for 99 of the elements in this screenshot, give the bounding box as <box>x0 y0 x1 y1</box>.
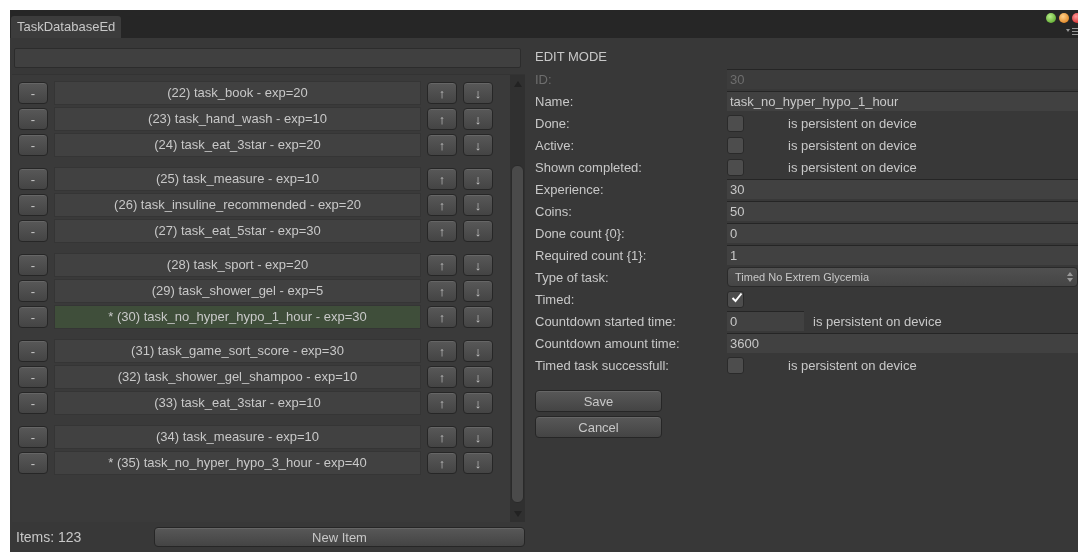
move-up-button[interactable]: ↑ <box>427 168 457 190</box>
move-down-button[interactable]: ↓ <box>463 426 493 448</box>
remove-button[interactable]: - <box>18 134 48 156</box>
item-label[interactable]: (26) task_insuline_recommended - exp=20 <box>54 193 421 217</box>
move-down-button[interactable]: ↓ <box>463 134 493 156</box>
move-down-button[interactable]: ↓ <box>463 340 493 362</box>
item-label[interactable]: (24) task_eat_3star - exp=20 <box>54 133 421 157</box>
move-down-button[interactable]: ↓ <box>463 82 493 104</box>
move-down-button[interactable]: ↓ <box>463 366 493 388</box>
remove-button[interactable]: - <box>18 194 48 216</box>
move-down-button[interactable]: ↓ <box>463 254 493 276</box>
field-note: is persistent on device <box>813 313 942 329</box>
remove-button[interactable]: - <box>18 392 48 414</box>
field-label: Done: <box>535 115 571 131</box>
item-label[interactable]: (28) task_sport - exp=20 <box>54 253 421 277</box>
text-field[interactable]: 1 <box>727 245 1078 265</box>
move-down-button[interactable]: ↓ <box>463 452 493 474</box>
move-up-button[interactable]: ↑ <box>427 452 457 474</box>
remove-button[interactable]: - <box>18 108 48 130</box>
item-label[interactable]: (25) task_measure - exp=10 <box>54 167 421 191</box>
field-label: Countdown amount time: <box>535 335 681 351</box>
remove-button[interactable]: - <box>18 426 48 448</box>
move-down-button[interactable]: ↓ <box>463 392 493 414</box>
move-up-button[interactable]: ↑ <box>427 306 457 328</box>
remove-button[interactable]: - <box>18 168 48 190</box>
move-down-button[interactable]: ↓ <box>463 220 493 242</box>
field-note: is persistent on device <box>788 137 917 153</box>
text-field[interactable]: 0 <box>727 311 804 331</box>
minimize-icon[interactable] <box>1059 13 1069 23</box>
cancel-button[interactable]: Cancel <box>535 416 662 438</box>
item-label[interactable]: (23) task_hand_wash - exp=10 <box>54 107 421 131</box>
checkbox[interactable] <box>727 356 744 374</box>
move-up-button[interactable]: ↑ <box>427 280 457 302</box>
field-label: Coins: <box>535 203 573 219</box>
field-label: Shown completed: <box>535 159 643 175</box>
move-down-button[interactable]: ↓ <box>463 306 493 328</box>
window-tab[interactable]: TaskDatabaseEd <box>11 16 122 38</box>
remove-button[interactable]: - <box>18 340 48 362</box>
move-up-button[interactable]: ↑ <box>427 220 457 242</box>
text-field[interactable]: task_no_hyper_hypo_1_hour <box>727 91 1078 111</box>
field-label: Type of task: <box>535 269 610 285</box>
field-label: Active: <box>535 137 575 153</box>
menu-icon[interactable] <box>1066 28 1078 35</box>
remove-button[interactable]: - <box>18 306 48 328</box>
field-note: is persistent on device <box>788 159 917 175</box>
move-down-button[interactable]: ↓ <box>463 168 493 190</box>
move-up-button[interactable]: ↑ <box>427 254 457 276</box>
item-label[interactable]: (22) task_book - exp=20 <box>54 81 421 105</box>
move-down-button[interactable]: ↓ <box>463 280 493 302</box>
move-down-button[interactable]: ↓ <box>463 194 493 216</box>
move-up-button[interactable]: ↑ <box>427 82 457 104</box>
field-label: Timed task successfull: <box>535 357 670 373</box>
new-item-button[interactable]: New Item <box>154 527 525 547</box>
move-up-button[interactable]: ↑ <box>427 134 457 156</box>
field-note: is persistent on device <box>788 115 917 131</box>
field-label: Name: <box>535 93 575 109</box>
checkbox[interactable] <box>727 158 744 176</box>
item-label[interactable]: (33) task_eat_3star - exp=10 <box>54 391 421 415</box>
field-label: Experience: <box>535 181 605 197</box>
move-up-button[interactable]: ↑ <box>427 426 457 448</box>
item-label[interactable]: (27) task_eat_5star - exp=30 <box>54 219 421 243</box>
scroll-thumb[interactable] <box>511 165 524 503</box>
remove-button[interactable]: - <box>18 366 48 388</box>
maximize-icon[interactable] <box>1046 13 1056 23</box>
item-count: Items: 123 <box>15 529 83 545</box>
item-label[interactable]: (31) task_game_sort_score - exp=30 <box>54 339 421 363</box>
move-up-button[interactable]: ↑ <box>427 340 457 362</box>
move-up-button[interactable]: ↑ <box>427 392 457 414</box>
item-label[interactable]: (32) task_shower_gel_shampoo - exp=10 <box>54 365 421 389</box>
remove-button[interactable]: - <box>18 220 48 242</box>
checkbox[interactable] <box>727 290 744 308</box>
move-down-button[interactable]: ↓ <box>463 108 493 130</box>
remove-button[interactable]: - <box>18 254 48 276</box>
task-type-dropdown[interactable]: Timed No Extrem Glycemia <box>727 267 1078 287</box>
field-label: Timed: <box>535 291 576 307</box>
field-label: Countdown started time: <box>535 313 677 329</box>
item-label[interactable]: (29) task_shower_gel - exp=5 <box>54 279 421 303</box>
save-button[interactable]: Save <box>535 390 662 412</box>
remove-button[interactable]: - <box>18 82 48 104</box>
item-label[interactable]: * (35) task_no_hyper_hypo_3_hour - exp=40 <box>54 451 421 475</box>
edit-mode-heading: EDIT MODE <box>535 48 608 66</box>
scrollbar[interactable] <box>510 75 525 522</box>
text-field[interactable]: 50 <box>727 201 1078 221</box>
checkbox[interactable] <box>727 136 744 154</box>
item-label[interactable]: * (30) task_no_hyper_hypo_1_hour - exp=30 <box>54 305 421 329</box>
field-label: Done count {0}: <box>535 225 626 241</box>
field-note: is persistent on device <box>788 357 917 373</box>
remove-button[interactable]: - <box>18 280 48 302</box>
text-field[interactable]: 3600 <box>727 333 1078 353</box>
item-label[interactable]: (34) task_measure - exp=10 <box>54 425 421 449</box>
dropdown-arrows-icon <box>1067 272 1073 282</box>
checkbox[interactable] <box>727 114 744 132</box>
remove-button[interactable]: - <box>18 452 48 474</box>
move-up-button[interactable]: ↑ <box>427 194 457 216</box>
text-field[interactable]: 30 <box>727 179 1078 199</box>
move-up-button[interactable]: ↑ <box>427 108 457 130</box>
text-field[interactable]: 0 <box>727 223 1078 243</box>
move-up-button[interactable]: ↑ <box>427 366 457 388</box>
field-label: Required count {1}: <box>535 247 648 263</box>
